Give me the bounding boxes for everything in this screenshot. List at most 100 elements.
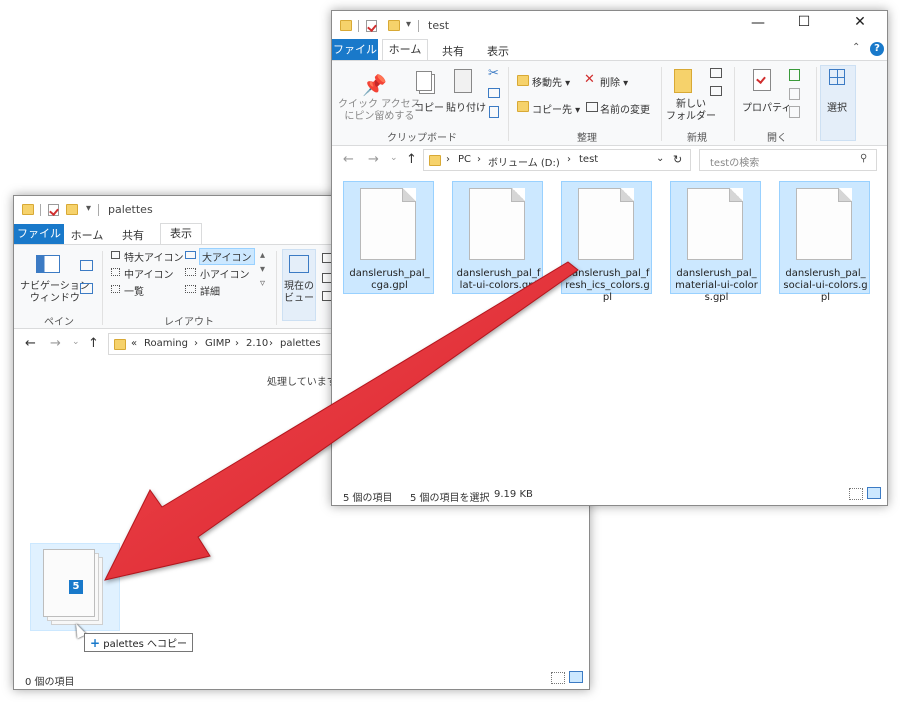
history-icon[interactable] <box>789 106 800 118</box>
arrow-right-icon[interactable]: → <box>368 152 379 167</box>
layout-extra-large-icons[interactable]: 特大アイコン <box>124 249 184 264</box>
properties-button[interactable]: プロパティ <box>742 99 791 114</box>
plus-icon: + <box>90 636 101 650</box>
tab-view[interactable]: 表示 <box>477 43 519 59</box>
address-dropdown-icon[interactable]: ⌄ <box>656 153 664 164</box>
breadcrumb-gimp[interactable]: GIMP <box>205 338 230 349</box>
chevron-up-icon[interactable]: ⌃ <box>852 42 860 53</box>
file-name: danslerush_pal_cga.gpl <box>349 268 430 291</box>
large-icons-view-icon[interactable] <box>867 487 881 499</box>
rename-button[interactable]: 名前の変更 <box>600 101 650 116</box>
breadcrumb-version[interactable]: 2.10 <box>246 338 268 349</box>
tab-file[interactable]: ファイル <box>332 39 378 60</box>
chevron-down-icon[interactable]: ⌄ <box>72 337 80 347</box>
breadcrumb-volume[interactable]: ボリューム (D:) <box>488 154 560 169</box>
breadcrumb-prefix[interactable]: « <box>131 338 137 349</box>
status-item-count: 0 個の項目 <box>25 677 75 688</box>
details-view-icon[interactable] <box>849 488 863 500</box>
pin-to-quick-access-button[interactable]: クイック アクセス にピン留めする <box>338 99 421 123</box>
file-item[interactable]: danslerush_pal_flat-ui-colors.gpl <box>452 181 543 294</box>
new-item-icon[interactable] <box>710 68 722 78</box>
layout-small-icon <box>111 285 120 293</box>
paste-shortcut-icon[interactable] <box>489 106 499 118</box>
group-label-clipboard: クリップボード <box>387 133 457 144</box>
chevron-down-icon[interactable]: ⌄ <box>390 153 398 163</box>
layout-small-icon <box>185 251 196 259</box>
search-box[interactable]: testの検索 ⚲ <box>699 149 877 171</box>
breadcrumb-palettes[interactable]: palettes <box>280 338 321 349</box>
details-view-icon[interactable] <box>551 672 565 684</box>
layout-large-icons[interactable]: 大アイコン <box>199 248 255 265</box>
layout-small-icon <box>185 268 196 276</box>
details-pane-icon[interactable] <box>80 283 93 294</box>
address-bar[interactable]: › PC › ボリューム (D:) › test ⌄ ↻ <box>423 149 691 171</box>
layout-small-icons[interactable]: 小アイコン <box>200 266 250 281</box>
group-label-organize: 整理 <box>577 133 597 144</box>
document-icon <box>360 188 416 260</box>
maximize-button[interactable]: ☐ <box>781 14 827 30</box>
edit-icon[interactable] <box>789 88 800 100</box>
file-item[interactable]: danslerush_pal_cga.gpl <box>343 181 434 294</box>
close-button[interactable]: ✕ <box>837 14 883 30</box>
refresh-icon[interactable]: ↻ <box>673 153 682 166</box>
preview-pane-icon[interactable] <box>80 260 93 271</box>
current-view-button[interactable]: 現在の ビュー <box>284 281 314 305</box>
layout-small-icon <box>111 268 120 276</box>
easy-access-icon[interactable] <box>710 86 722 96</box>
new-folder-icon <box>674 69 692 93</box>
breadcrumb-pc[interactable]: PC <box>458 154 471 165</box>
tab-share[interactable]: 共有 <box>112 227 154 243</box>
copy-path-icon[interactable] <box>488 88 500 98</box>
tab-share[interactable]: 共有 <box>432 43 474 59</box>
search-icon[interactable]: ⚲ <box>860 153 867 164</box>
checkmark-icon[interactable] <box>366 20 377 32</box>
move-to-button[interactable]: 移動先 ▾ <box>532 74 570 89</box>
navigation-pane-icon[interactable] <box>36 255 60 273</box>
file-name: danslerush_pal_flat-ui-colors.gpl <box>456 268 541 291</box>
arrow-up-icon[interactable]: ↑ <box>406 152 417 167</box>
layout-list[interactable]: 一覧 <box>124 283 144 298</box>
current-view-icon <box>289 255 309 273</box>
folder-icon[interactable] <box>388 20 400 31</box>
group-label-open: 開く <box>767 133 787 144</box>
delete-icon: ✕ <box>584 72 595 87</box>
breadcrumb-test[interactable]: test <box>579 154 598 165</box>
tab-view[interactable]: 表示 <box>160 223 202 245</box>
qat-dropdown-icon[interactable]: ▾ <box>86 203 91 214</box>
file-name: danslerush_pal_material-ui-colors.gpl <box>675 268 758 303</box>
layout-scroll-arrows[interactable]: ▴ ▾ ▿ <box>260 249 265 291</box>
layout-details[interactable]: 詳細 <box>200 283 220 298</box>
checkmark-icon[interactable] <box>48 204 59 216</box>
arrow-left-icon[interactable]: ← <box>25 336 36 351</box>
minimize-button[interactable]: — <box>735 15 781 31</box>
file-item[interactable]: danslerush_pal_social-ui-colors.gpl <box>779 181 870 303</box>
window-title: test <box>428 19 450 32</box>
open-icon[interactable] <box>789 69 800 81</box>
folder-icon[interactable] <box>66 204 78 215</box>
arrow-right-icon[interactable]: → <box>50 336 61 351</box>
help-icon[interactable]: ? <box>870 42 884 56</box>
drag-count-badge: 5 <box>69 580 83 594</box>
copy-button[interactable]: コピー <box>414 99 444 114</box>
tab-home[interactable]: ホーム <box>66 227 108 243</box>
folder-icon <box>429 155 441 166</box>
qat-dropdown-icon[interactable]: ▾ <box>406 19 411 30</box>
file-item[interactable]: danslerush_pal_fresh_ics_colors.gpl <box>561 181 652 303</box>
ribbon: 📌 クイック アクセス にピン留めする コピー 貼り付け ✂ クリップボード 移… <box>332 60 887 146</box>
paste-button[interactable]: 貼り付け <box>446 99 486 114</box>
cut-icon[interactable]: ✂ <box>488 66 499 81</box>
delete-button[interactable]: 削除 ▾ <box>600 74 628 89</box>
file-item[interactable]: danslerush_pal_material-ui-colors.gpl <box>670 181 761 303</box>
file-name: danslerush_pal_fresh_ics_colors.gpl <box>565 268 650 303</box>
breadcrumb-roaming[interactable]: Roaming <box>144 338 188 349</box>
arrow-up-icon[interactable]: ↑ <box>88 336 99 351</box>
tab-home[interactable]: ホーム <box>382 39 428 61</box>
arrow-left-icon[interactable]: ← <box>343 152 354 167</box>
copy-to-button[interactable]: コピー先 ▾ <box>532 101 580 116</box>
search-input[interactable]: testの検索 <box>710 154 759 169</box>
large-icons-view-icon[interactable] <box>569 671 583 683</box>
new-folder-button[interactable]: 新しい フォルダー <box>666 99 716 123</box>
tab-file[interactable]: ファイル <box>14 224 64 244</box>
select-button[interactable]: 選択 <box>827 99 847 114</box>
layout-medium-icons[interactable]: 中アイコン <box>124 266 174 281</box>
